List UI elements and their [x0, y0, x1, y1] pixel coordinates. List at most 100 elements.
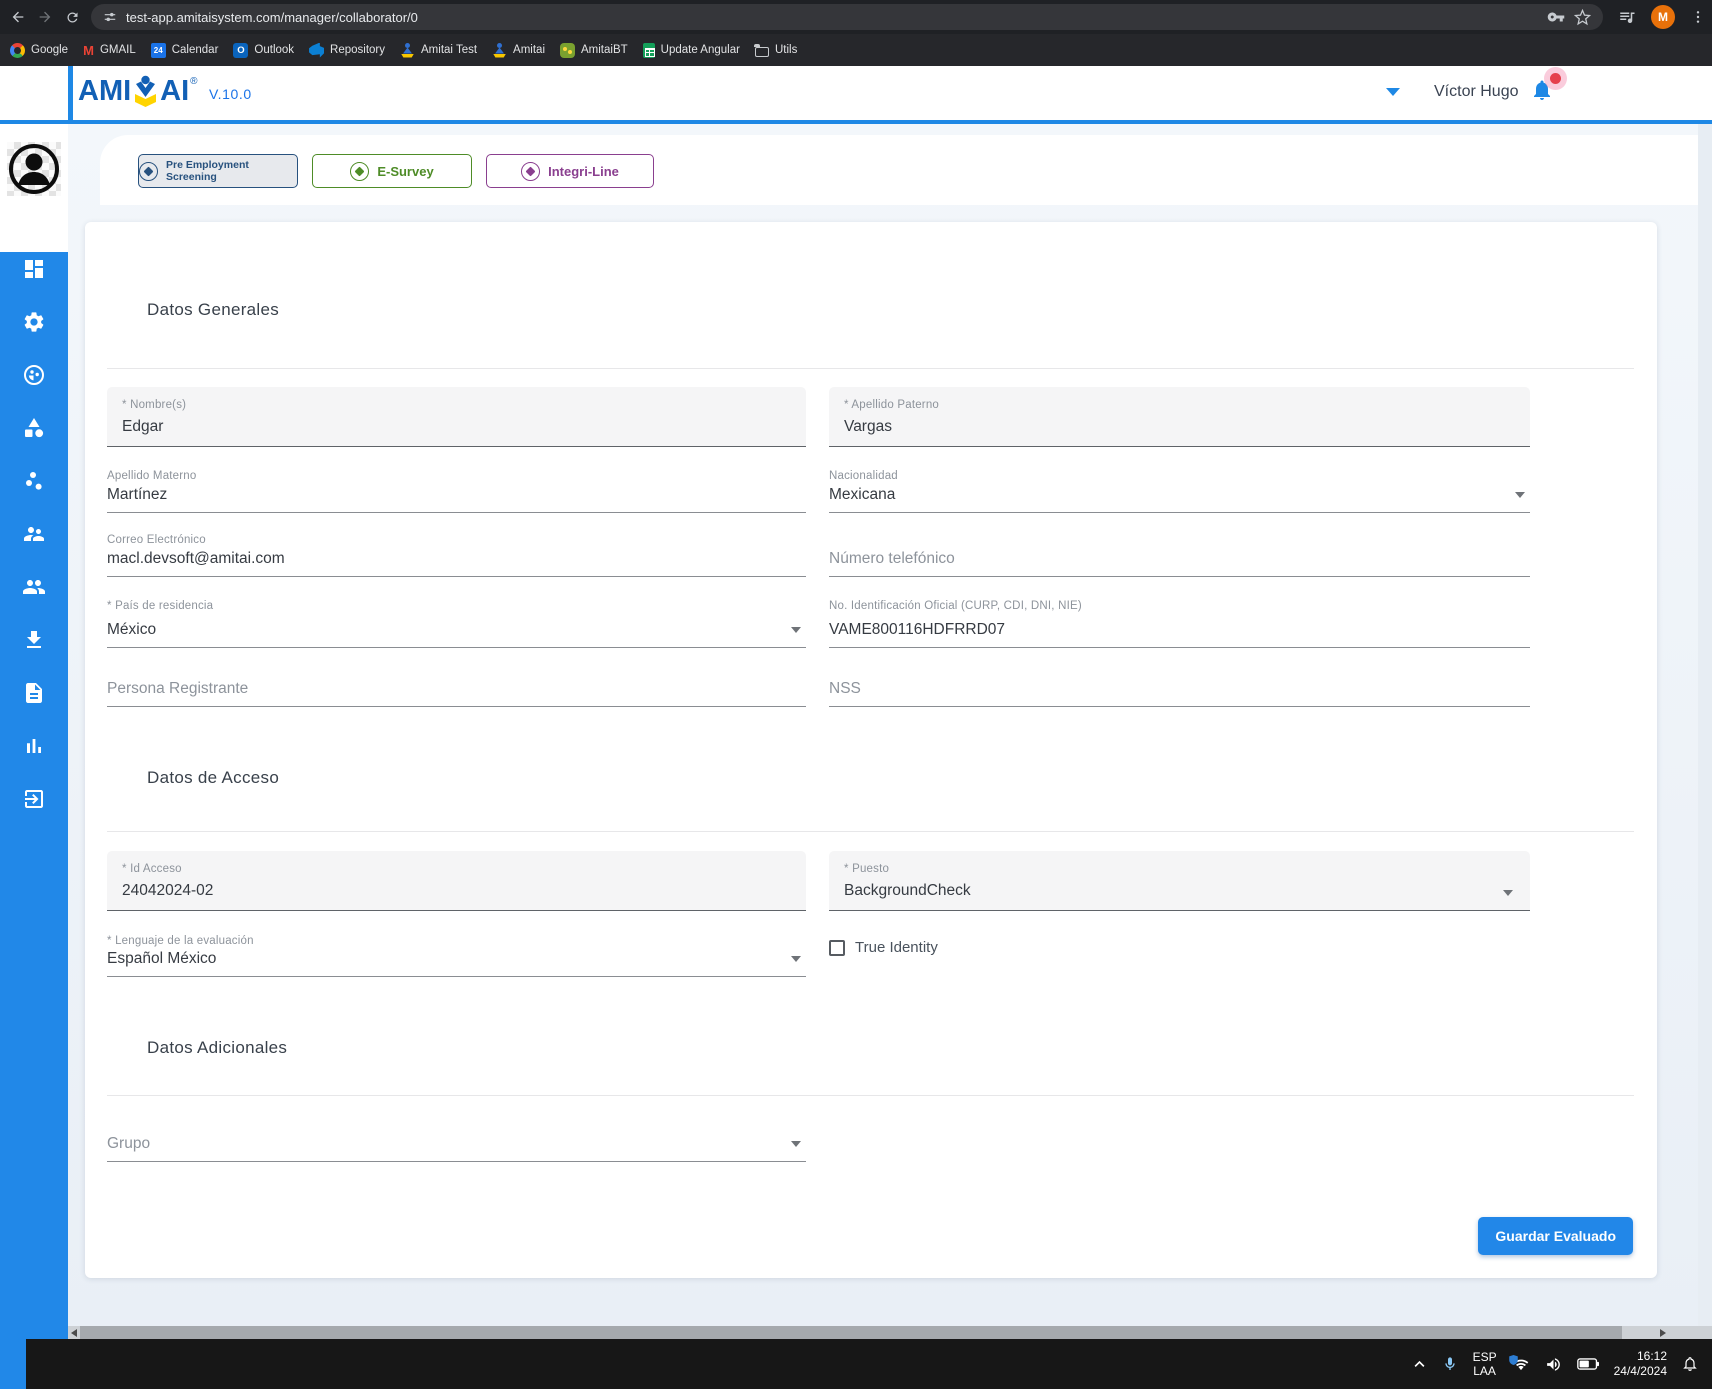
bookmark-amitaibt[interactable]: AmitaiBT [560, 43, 628, 58]
taskbar: ESP LAA 16:12 24/4/2024 [0, 1339, 1712, 1389]
notification-dot [1550, 73, 1561, 84]
clock[interactable]: 16:12 24/4/2024 [1614, 1349, 1667, 1379]
correo-field[interactable]: Correo Electrónico macl.devsoft@amitai.c… [107, 523, 806, 577]
persona-registrante-field[interactable]: Persona Registrante [107, 660, 806, 707]
kebab-menu-icon[interactable] [1690, 9, 1706, 25]
reload-icon[interactable] [60, 5, 84, 29]
face-icon[interactable] [22, 363, 46, 387]
dashboard-icon[interactable] [22, 257, 46, 281]
amitai-person-icon [492, 43, 507, 58]
scatter-plot-icon[interactable] [22, 469, 46, 493]
wifi-icon[interactable] [1512, 1357, 1530, 1372]
chevron-down-icon [791, 1141, 801, 1147]
amitai-logo: AMI AI ® [78, 75, 198, 108]
supervisor-account-icon[interactable] [22, 522, 46, 546]
shield-icon [1509, 1355, 1518, 1365]
bookmark-star-icon[interactable] [1574, 9, 1591, 26]
apellido-paterno-field[interactable]: * Apellido Paterno Vargas [829, 387, 1530, 447]
tabs-panel: Pre Employment Screening E-Survey Integr… [100, 135, 1712, 205]
amitaibt-icon [560, 43, 575, 58]
tab-e-survey[interactable]: E-Survey [312, 154, 472, 188]
bookmark-repository[interactable]: Repository [309, 43, 385, 58]
bookmark-outlook[interactable]: OOutlook [233, 43, 294, 58]
user-avatar[interactable] [7, 142, 61, 196]
bookmark-google[interactable]: Google [10, 43, 68, 58]
grupo-select[interactable]: Grupo [107, 1115, 806, 1162]
google-icon [10, 43, 25, 58]
user-name[interactable]: Víctor Hugo [1434, 83, 1518, 101]
bookmark-utils[interactable]: Utils [755, 44, 797, 57]
horizontal-scrollbar[interactable] [68, 1326, 1712, 1339]
chevron-down-icon [791, 627, 801, 633]
chevron-down-icon [1503, 890, 1513, 896]
notification-bell-icon[interactable] [1530, 78, 1554, 104]
lenguaje-select[interactable]: * Lenguaje de la evaluación Español Méxi… [107, 922, 806, 977]
site-info-icon[interactable] [103, 10, 117, 24]
nss-field[interactable]: NSS [829, 660, 1530, 707]
back-icon[interactable] [6, 5, 30, 29]
guardar-evaluado-button[interactable]: Guardar Evaluado [1478, 1217, 1633, 1255]
category-icon[interactable] [22, 416, 46, 440]
sidebar-nav [0, 252, 68, 1339]
section-title-datos-generales: Datos Generales [147, 300, 279, 320]
download-icon[interactable] [22, 628, 46, 652]
vertical-scrollbar[interactable] [1698, 124, 1712, 1326]
identificacion-field[interactable]: No. Identificación Oficial (CURP, CDI, D… [829, 585, 1530, 648]
speaker-icon[interactable] [1545, 1356, 1562, 1373]
nacionalidad-select[interactable]: Nacionalidad Mexicana [829, 455, 1530, 513]
calendar-icon: 24 [151, 43, 166, 58]
time: 16:12 [1614, 1349, 1667, 1364]
puesto-select[interactable]: * Puesto BackgroundCheck [829, 851, 1530, 911]
bookmark-update-angular[interactable]: Update Angular [643, 43, 740, 58]
divider [107, 368, 1634, 369]
url-text[interactable]: test-app.amitaisystem.com/manager/collab… [126, 10, 418, 25]
password-key-icon[interactable] [1547, 8, 1565, 26]
header-accent-bar [68, 66, 73, 120]
id-acceso-field[interactable]: * Id Acceso 24042024-02 [107, 851, 806, 911]
microphone-icon[interactable] [1442, 1356, 1458, 1372]
scroll-right-arrow-icon[interactable] [1660, 1329, 1666, 1337]
horizontal-scrollbar-thumb[interactable] [80, 1326, 1622, 1339]
language-indicator[interactable]: ESP LAA [1473, 1350, 1497, 1378]
pais-residencia-select[interactable]: * País de residencia México [107, 585, 806, 648]
forward-icon[interactable] [33, 5, 57, 29]
repository-icon [309, 43, 324, 58]
bookmark-amitai-test[interactable]: Amitai Test [400, 43, 477, 58]
chevron-down-icon [791, 956, 801, 962]
outlook-icon: O [233, 43, 248, 58]
amitai-person-logo-icon [132, 75, 159, 108]
header-dropdown-caret-icon[interactable] [1386, 88, 1400, 96]
battery-icon[interactable] [1577, 1358, 1599, 1370]
folder-icon [755, 47, 769, 57]
people-icon[interactable] [22, 575, 46, 599]
bookmark-amitai[interactable]: Amitai [492, 43, 545, 58]
bookmarks-bar: Google MGMAIL 24Calendar OOutlook Reposi… [0, 34, 1712, 66]
settings-gear-icon[interactable] [22, 310, 46, 334]
sheets-icon [643, 43, 655, 58]
document-icon[interactable] [22, 681, 46, 705]
amitai-person-icon [400, 43, 415, 58]
scroll-left-arrow-icon[interactable] [71, 1329, 77, 1337]
apellido-materno-field[interactable]: Apellido Materno Martínez [107, 455, 806, 513]
media-control-icon[interactable] [1618, 8, 1636, 26]
bookmark-gmail[interactable]: MGMAIL [83, 43, 136, 58]
checkbox-icon[interactable] [829, 940, 845, 956]
true-identity-checkbox[interactable]: True Identity [829, 939, 938, 956]
url-bar[interactable]: test-app.amitaisystem.com/manager/collab… [91, 4, 1603, 30]
tray-chevron-up-icon[interactable] [1412, 1357, 1427, 1372]
sidebar-avatar-zone [0, 124, 68, 252]
bookmark-calendar[interactable]: 24Calendar [151, 43, 219, 58]
telefono-field[interactable]: Número telefónico [829, 523, 1530, 577]
date: 24/4/2024 [1614, 1364, 1667, 1379]
taskbar-pinned-app[interactable] [0, 1339, 26, 1389]
bar-chart-icon[interactable] [22, 734, 46, 758]
browser-profile-avatar[interactable]: M [1651, 5, 1675, 29]
notifications-icon[interactable] [1682, 1356, 1698, 1372]
browser-toolbar: test-app.amitaisystem.com/manager/collab… [0, 0, 1712, 34]
logout-icon[interactable] [22, 787, 46, 811]
integriline-tab-icon [521, 162, 540, 181]
pes-tab-icon [139, 162, 158, 181]
tab-integri-line[interactable]: Integri-Line [486, 154, 654, 188]
tab-pre-employment-screening[interactable]: Pre Employment Screening [138, 154, 298, 188]
nombre-field[interactable]: * Nombre(s) Edgar [107, 387, 806, 447]
